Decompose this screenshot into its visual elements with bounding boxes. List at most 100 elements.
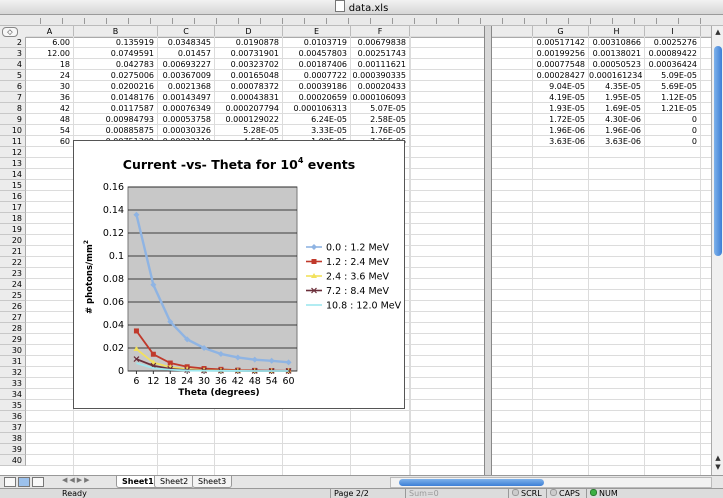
row-header[interactable]: 10 [0,125,26,136]
row-header[interactable]: 38 [0,433,26,444]
row-header[interactable]: 36 [0,411,26,422]
cell[interactable]: 0.0190878 [215,37,282,48]
row-header[interactable]: 18 [0,213,26,224]
cell[interactable]: 0.0117587 [74,103,157,114]
cell[interactable]: 5.28E-05 [215,125,282,136]
cell[interactable]: 0.000207794 [215,103,282,114]
cell[interactable]: 0.00517142 [533,37,588,48]
scroll-down-icon[interactable]: ▼ [714,463,722,471]
cell[interactable]: 0 [645,114,700,125]
select-all-button[interactable]: ◇ [2,27,18,37]
row-header[interactable]: 27 [0,312,26,323]
row-header[interactable]: 3 [0,48,26,59]
cell[interactable]: 12.00 [26,48,73,59]
cell[interactable]: 0.00020659 [283,92,350,103]
cell[interactable]: 1.21E-05 [645,103,700,114]
cell[interactable]: 0.00077548 [533,59,588,70]
cell[interactable]: 0.000106093 [351,92,409,103]
row-header[interactable]: 16 [0,191,26,202]
cell[interactable]: 1.76E-05 [351,125,409,136]
row-header[interactable]: 39 [0,444,26,455]
row-header[interactable]: 17 [0,202,26,213]
cell[interactable]: 1.95E-05 [589,92,644,103]
cell[interactable]: 0.000106313 [283,103,350,114]
cell[interactable]: 0.00089422 [645,48,700,59]
cell[interactable]: 9.04E-05 [533,81,588,92]
cell[interactable]: 54 [26,125,73,136]
cell[interactable]: 1.72E-05 [533,114,588,125]
cell[interactable]: 4.35E-05 [589,81,644,92]
row-header[interactable]: 22 [0,257,26,268]
cell[interactable]: 0.135919 [74,37,157,48]
cell[interactable]: 0.0348345 [158,37,214,48]
cell[interactable]: 42 [26,103,73,114]
row-header[interactable]: 35 [0,400,26,411]
row-header[interactable]: 23 [0,268,26,279]
cell[interactable]: 0.00367009 [158,70,214,81]
cell[interactable]: 1.12E-05 [645,92,700,103]
row-header[interactable]: 7 [0,92,26,103]
cell[interactable]: 0.00310866 [589,37,644,48]
row-header[interactable]: 13 [0,158,26,169]
cell[interactable]: 0.00050523 [589,59,644,70]
cell[interactable]: 0.00078372 [215,81,282,92]
cell[interactable]: 0.00457803 [283,48,350,59]
cell[interactable]: 24 [26,70,73,81]
row-header[interactable]: 37 [0,422,26,433]
cell[interactable]: 0.0148176 [74,92,157,103]
cell[interactable]: 0.00111621 [351,59,409,70]
tab-scroll-arrows-icon[interactable]: ◀◀▶▶ [62,476,92,484]
cell[interactable]: 0.00036424 [645,59,700,70]
normal-view-icon[interactable] [4,477,16,487]
cell[interactable]: 0.00030326 [158,125,214,136]
cell[interactable]: 0.00039186 [283,81,350,92]
row-header[interactable]: 2 [0,37,26,48]
cell[interactable]: 0.0275006 [74,70,157,81]
cell[interactable]: 0.00053758 [158,114,214,125]
row-header[interactable]: 34 [0,389,26,400]
row-header[interactable]: 28 [0,323,26,334]
cell[interactable]: 0.000129022 [215,114,282,125]
row-header[interactable]: 4 [0,59,26,70]
cell[interactable]: 4.19E-05 [533,92,588,103]
cell[interactable]: 60 [26,136,73,147]
cell[interactable]: 0.0200216 [74,81,157,92]
scroll-up-icon-bottom[interactable]: ▲ [714,454,722,462]
row-header[interactable]: 8 [0,103,26,114]
row-header[interactable]: 14 [0,169,26,180]
cell[interactable]: 1.93E-05 [533,103,588,114]
cell[interactable]: 0.00251743 [351,48,409,59]
row-header[interactable]: 31 [0,356,26,367]
row-header[interactable]: 6 [0,81,26,92]
cell[interactable]: 3.63E-06 [533,136,588,147]
cell[interactable]: 36 [26,92,73,103]
row-header[interactable]: 5 [0,70,26,81]
cell[interactable]: 0.00138021 [589,48,644,59]
cell[interactable]: 0 [645,136,700,147]
pane-splitter[interactable] [484,26,492,475]
cell[interactable]: 5.07E-05 [351,103,409,114]
cell[interactable]: 1.69E-05 [589,103,644,114]
row-header[interactable]: 20 [0,235,26,246]
row-header[interactable]: 12 [0,147,26,158]
row-header[interactable]: 29 [0,334,26,345]
cell[interactable]: 6.00 [26,37,73,48]
scroll-up-icon[interactable]: ▲ [714,28,722,36]
cell[interactable]: 0.00143497 [158,92,214,103]
cell[interactable]: 0.000161234 [589,70,644,81]
cell[interactable]: 0.00199256 [533,48,588,59]
cell[interactable]: 0.0103719 [283,37,350,48]
row-header[interactable]: 21 [0,246,26,257]
cell[interactable]: 0.00187406 [283,59,350,70]
horizontal-scroll-thumb[interactable] [399,479,544,486]
row-header[interactable]: 40 [0,455,26,466]
cell[interactable]: 4.30E-06 [589,114,644,125]
cell[interactable]: 0.00679838 [351,37,409,48]
cell[interactable]: 0 [645,125,700,136]
horizontal-scrollbar[interactable] [390,477,712,488]
vertical-scroll-thumb[interactable] [714,46,722,256]
tab-sheet2[interactable]: Sheet2 [154,476,195,488]
cell[interactable]: 0.00076349 [158,103,214,114]
cell[interactable]: 0.0749591 [74,48,157,59]
row-header[interactable]: 11 [0,136,26,147]
